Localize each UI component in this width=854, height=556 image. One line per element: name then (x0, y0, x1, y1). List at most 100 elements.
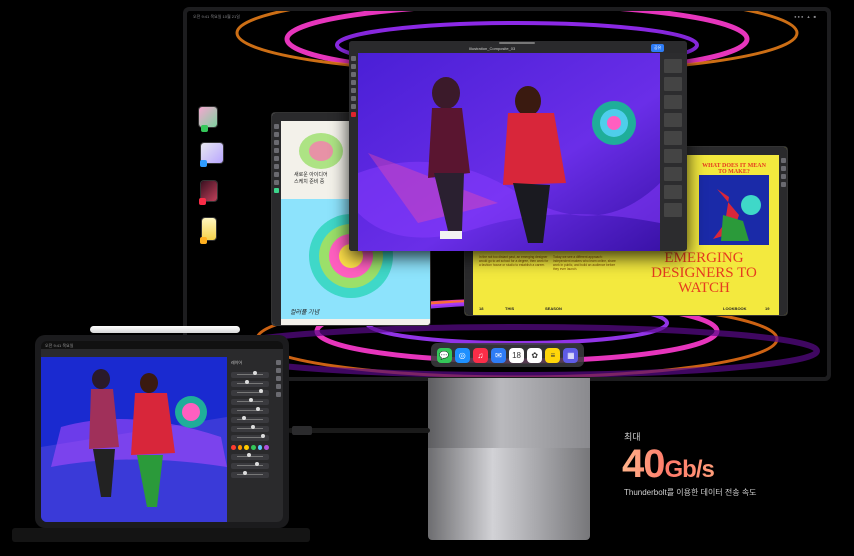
adjustment-slider[interactable] (231, 453, 269, 460)
move-tool-icon[interactable] (351, 56, 356, 61)
messages-badge-icon (200, 160, 207, 167)
properties-icon[interactable] (780, 158, 786, 163)
external-display-screen: 오전 9:41 목요일 10월 21일 ●●● ▲ ■ 일러스트레이션 (187, 11, 827, 377)
notes-icon[interactable]: ≡ (545, 347, 561, 363)
multitask-handle[interactable] (499, 42, 535, 44)
adjustment-slider[interactable] (231, 471, 269, 478)
status-bar-left: 오전 9:41 목요일 10월 21일 (193, 14, 240, 19)
heal-tool-icon[interactable] (275, 376, 281, 381)
messages-icon[interactable]: 💬 (436, 347, 452, 363)
text-tool-icon[interactable] (274, 172, 279, 177)
shape-tool-icon[interactable] (274, 156, 279, 161)
magazine-page-right: 19 (765, 306, 770, 311)
app-library-icon[interactable]: ▦ (563, 347, 579, 363)
sketch-note-line2: 스케치 준비 중 (294, 179, 325, 185)
music-icon[interactable]: ♫ (472, 347, 488, 363)
adjustment-slider[interactable] (231, 398, 269, 405)
illustration-tools-sidebar (349, 53, 358, 251)
safari-icon[interactable]: ◎ (454, 347, 470, 363)
adjustment-slider[interactable] (231, 380, 269, 387)
adjustment-slider[interactable] (231, 425, 269, 432)
speed-unit: Gb/s (664, 456, 714, 483)
magazine-question: WHAT DOES IT MEAN TO MAKE? (702, 163, 766, 175)
brush-preset[interactable] (664, 113, 682, 127)
magazine-footer-left: THIS (505, 306, 515, 311)
magazine-footer-mid: SEASON (545, 306, 562, 311)
share-button[interactable]: 공유 (651, 44, 665, 52)
magazine-body-column-2: Today we see a different approach: indep… (553, 255, 616, 271)
ipad-photo-canvas (41, 357, 227, 522)
caption-speed: 40Gb/s (622, 442, 714, 487)
color-picker-icon[interactable] (351, 112, 356, 117)
pen-tool-icon[interactable] (274, 132, 279, 137)
eraser-tool-icon[interactable] (274, 140, 279, 145)
music-badge-icon (199, 198, 206, 205)
ipad-adjustments-panel: 레이어 (227, 357, 273, 522)
swatch-yellow[interactable] (244, 445, 250, 450)
calendar-icon[interactable]: 18 (509, 347, 525, 363)
brush-preset[interactable] (664, 131, 682, 145)
ipad-right-toolbar (273, 357, 283, 522)
select-tool-icon[interactable] (274, 148, 279, 153)
adjustment-slider[interactable] (231, 389, 269, 396)
adjustment-slider[interactable] (231, 416, 269, 423)
swatch-orange[interactable] (237, 445, 243, 450)
brush-preset[interactable] (664, 185, 682, 199)
mask-tool-icon[interactable] (275, 384, 281, 389)
export-icon[interactable] (275, 392, 281, 397)
swatch-red[interactable] (231, 445, 236, 450)
dock: 💬 ◎ ♫ ✉ 18 ✿ ≡ ▦ (431, 343, 584, 367)
lasso-tool-icon[interactable] (351, 72, 356, 77)
magic-keyboard (12, 528, 310, 542)
adjustment-slider[interactable] (231, 434, 269, 441)
brush-preset[interactable] (664, 149, 682, 163)
brush-preset[interactable] (664, 59, 682, 73)
swatch-purple[interactable] (264, 445, 270, 450)
speed-number: 40 (622, 442, 665, 486)
layers-tool-icon[interactable] (274, 180, 279, 185)
crop-tool-icon[interactable] (351, 96, 356, 101)
crop-tool-icon[interactable] (275, 368, 281, 373)
swatches-icon[interactable] (780, 166, 786, 171)
apple-pencil (90, 326, 240, 333)
brush-tool-icon[interactable] (351, 64, 356, 69)
swatch-cyan[interactable] (257, 445, 263, 450)
brush-tool-icon[interactable] (274, 124, 279, 129)
brush-preset[interactable] (664, 167, 682, 181)
magazine-cover-image (699, 175, 769, 245)
photos-icon[interactable]: ✿ (527, 347, 543, 363)
adjustment-slider[interactable] (231, 407, 269, 414)
styles-icon[interactable] (780, 182, 786, 187)
brush-preset[interactable] (664, 77, 682, 91)
pages-panel-icon[interactable] (780, 174, 786, 179)
mail-icon[interactable]: ✉ (490, 347, 506, 363)
magazine-body-column-1: In the not too distant past, an emerging… (479, 255, 549, 267)
ipad-app-toolbar (41, 349, 283, 357)
ipad-screen: 오전 9:41 목요일 레이어 (41, 341, 283, 522)
smudge-tool-icon[interactable] (351, 80, 356, 85)
magazine-headline: EMERGING DESIGNERS TO WATCH (651, 250, 757, 296)
brush-library-panel (660, 53, 687, 251)
brush-preset[interactable] (664, 203, 682, 217)
brush-preset[interactable] (664, 95, 682, 109)
color-swatches (231, 445, 270, 450)
sketch-note-line1: 새로운 아이디어 (294, 172, 328, 178)
photos-badge-icon (201, 125, 208, 132)
magazine-right-toolbar (779, 155, 787, 315)
eraser-tool-icon[interactable] (351, 88, 356, 93)
sketch-app-toolbar (272, 121, 281, 325)
adjustment-slider[interactable] (231, 462, 269, 469)
fill-tool-icon[interactable] (274, 164, 279, 169)
color-swatch-icon[interactable] (274, 188, 279, 193)
swatch-green[interactable] (251, 445, 256, 450)
text-tool-icon[interactable] (351, 104, 356, 109)
caption-description: Thunderbolt를 이용한 데이터 전송 속도 (624, 488, 757, 497)
illustration-canvas (358, 53, 660, 251)
display-stand-neck (428, 378, 590, 448)
magazine-page-left: 18 (479, 306, 484, 311)
ipad-panel-title: 레이어 (231, 360, 243, 365)
adjust-tool-icon[interactable] (275, 360, 281, 365)
adjustment-slider[interactable] (231, 371, 269, 378)
stage-thumbnail-photos[interactable] (199, 107, 217, 127)
illustration-app-window[interactable]: Illustration_Composite_03 공유 (349, 41, 687, 251)
